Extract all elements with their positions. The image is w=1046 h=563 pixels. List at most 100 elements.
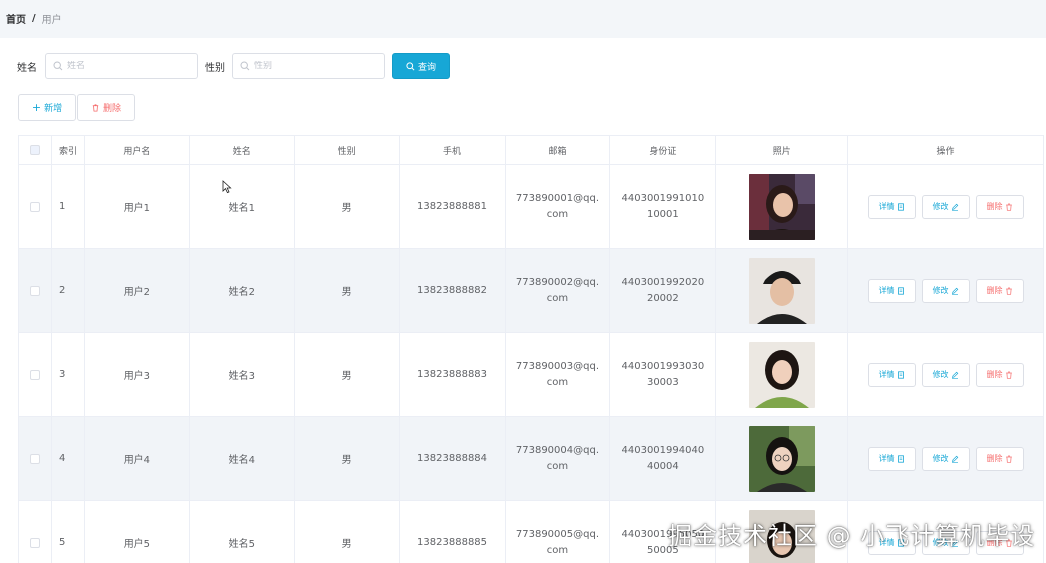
edit-button[interactable]: 修改 [921, 278, 970, 303]
gender-search-field[interactable] [232, 53, 385, 79]
row-name: 姓名4 [189, 417, 295, 501]
row-actions-cell: 详情 修改 删除 [848, 333, 1044, 417]
table-row[interactable]: 1 用户1 姓名1 男 13823888881 773890001@qq.com… [19, 165, 1044, 249]
detail-button[interactable]: 详情 [867, 362, 916, 387]
gender-search-input[interactable] [254, 61, 374, 71]
user-table: 索引 用户名 姓名 性别 手机 邮箱 身份证 照片 操作 1 用户1 姓名1 男… [18, 135, 1044, 563]
gender-label: 性别 [205, 62, 225, 74]
batch-delete-button[interactable]: 删除 [77, 94, 135, 121]
search-form: 姓名 性别 查询 [17, 53, 450, 79]
row-photo-cell [716, 165, 849, 249]
delete-button-label: 删除 [986, 202, 1003, 211]
detail-button[interactable]: 详情 [867, 194, 916, 219]
row-name: 姓名5 [190, 501, 295, 563]
delete-button[interactable]: 删除 [975, 278, 1024, 303]
trash-icon [1005, 371, 1012, 379]
select-all-cell [19, 136, 52, 165]
search-icon [240, 61, 250, 71]
table-row[interactable]: 2 用户2 姓名2 男 13823888882 773890002@qq.com… [19, 249, 1044, 333]
row-actions-cell: 详情 修改 删除 [848, 249, 1044, 333]
delete-button[interactable]: 删除 [975, 194, 1024, 219]
table-header: 索引 用户名 姓名 性别 手机 邮箱 身份证 照片 操作 [19, 136, 1044, 165]
action-bar: + 新增 删除 [18, 94, 135, 121]
row-photo-cell [716, 417, 849, 501]
row-gender: 男 [294, 333, 400, 417]
row-email: 773890002@qq.com [505, 249, 611, 333]
delete-button[interactable]: 删除 [975, 446, 1024, 471]
edit-button[interactable]: 修改 [921, 194, 970, 219]
trash-icon [1005, 287, 1012, 295]
header-index: 索引 [51, 136, 85, 165]
document-icon [897, 202, 904, 211]
row-phone: 13823888881 [399, 165, 506, 249]
row-gender: 男 [294, 417, 400, 501]
row-select-cell [19, 249, 52, 333]
user-photo [748, 341, 815, 408]
detail-button-label: 详情 [878, 286, 895, 295]
row-index: 2 [51, 249, 85, 333]
delete-button[interactable]: 删除 [975, 362, 1024, 387]
user-photo [748, 257, 815, 324]
detail-button-label: 详情 [878, 454, 895, 463]
query-button[interactable]: 查询 [392, 53, 450, 79]
row-actions-cell: 详情 修改 删除 [848, 165, 1044, 249]
row-checkbox[interactable] [29, 285, 40, 296]
breadcrumb: 首页 / 用户 [6, 11, 62, 26]
add-button-label: 新增 [44, 104, 63, 114]
plus-icon: + [31, 101, 42, 114]
detail-button-label: 详情 [878, 202, 895, 211]
row-gender: 男 [294, 249, 400, 333]
batch-delete-button-label: 删除 [102, 104, 121, 114]
row-username: 用户1 [84, 165, 190, 249]
add-button[interactable]: + 新增 [18, 94, 76, 121]
breadcrumb-home[interactable]: 首页 [6, 11, 26, 26]
detail-button[interactable]: 详情 [867, 446, 916, 471]
header-name: 姓名 [189, 136, 295, 165]
row-photo-cell [716, 333, 849, 417]
header-gender: 性别 [294, 136, 400, 165]
row-name: 姓名1 [189, 165, 295, 249]
breadcrumb-current: 用户 [41, 15, 62, 26]
header-username: 用户名 [84, 136, 190, 165]
row-gender: 男 [295, 501, 400, 563]
row-username: 用户5 [85, 501, 190, 563]
document-icon [897, 286, 904, 295]
row-username: 用户3 [84, 333, 190, 417]
row-username: 用户2 [84, 249, 190, 333]
name-label: 姓名 [17, 62, 37, 74]
delete-button-label: 删除 [986, 286, 1003, 295]
row-checkbox[interactable] [29, 453, 40, 464]
row-gender: 男 [294, 165, 400, 249]
row-phone: 13823888883 [399, 333, 506, 417]
name-search-input[interactable] [67, 61, 187, 71]
document-icon [897, 370, 904, 379]
user-photo [748, 425, 815, 492]
header-idcard: 身份证 [610, 136, 717, 165]
mouse-cursor-icon [222, 180, 232, 194]
row-index: 4 [51, 417, 85, 501]
row-select-cell [19, 333, 52, 417]
edit-button[interactable]: 修改 [921, 446, 970, 471]
row-select-cell [19, 165, 52, 249]
name-search-field[interactable] [45, 53, 198, 79]
row-select-cell [19, 417, 52, 501]
row-email: 773890004@qq.com [505, 417, 611, 501]
row-checkbox[interactable] [29, 369, 40, 380]
detail-button[interactable]: 详情 [867, 278, 916, 303]
edit-button[interactable]: 修改 [921, 362, 970, 387]
row-email: 773890001@qq.com [505, 165, 611, 249]
row-select-cell [19, 501, 52, 563]
row-name: 姓名3 [189, 333, 295, 417]
header-email: 邮箱 [505, 136, 611, 165]
select-all-checkbox[interactable] [29, 145, 40, 155]
table-row[interactable]: 4 用户4 姓名4 男 13823888884 773890004@qq.com… [19, 417, 1044, 501]
delete-button-label: 删除 [986, 454, 1003, 463]
header-phone: 手机 [399, 136, 506, 165]
row-name: 姓名2 [189, 249, 295, 333]
detail-button-label: 详情 [878, 370, 895, 379]
row-checkbox[interactable] [29, 201, 40, 212]
edit-icon [951, 287, 958, 295]
table-row[interactable]: 3 用户3 姓名3 男 13823888883 773890003@qq.com… [19, 333, 1044, 417]
row-checkbox[interactable] [29, 537, 40, 548]
edit-button-label: 修改 [932, 370, 949, 379]
